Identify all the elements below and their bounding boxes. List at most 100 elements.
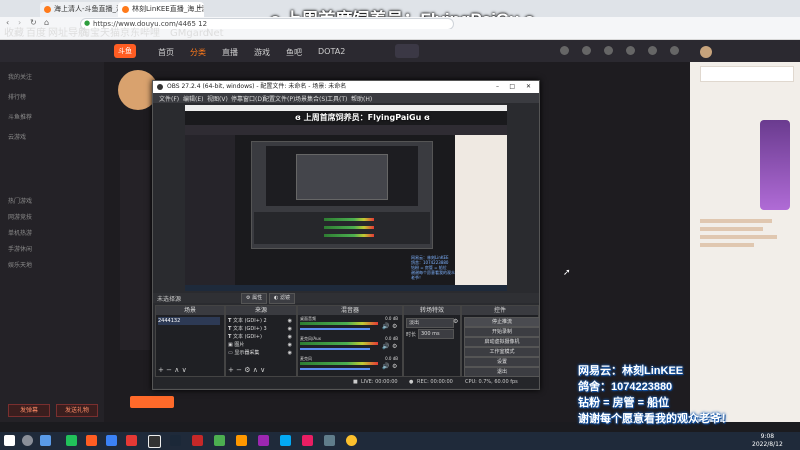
scene-item[interactable]: 2444132 bbox=[158, 317, 220, 325]
app-icon[interactable] bbox=[192, 435, 203, 446]
sidebar-item-mobile[interactable]: 手游休闲 bbox=[8, 244, 32, 253]
eye-icon[interactable]: ◉ bbox=[288, 333, 292, 341]
up-icon[interactable]: ∧ bbox=[174, 366, 179, 374]
transition-gear-icon[interactable]: ⚙ bbox=[453, 318, 458, 325]
stop-streaming-button[interactable]: 停止推流 bbox=[464, 317, 540, 327]
nav-category[interactable]: 分类 bbox=[190, 47, 206, 58]
volume-slider[interactable] bbox=[300, 348, 370, 350]
bookmark-item[interactable]: 收藏 bbox=[4, 29, 24, 39]
system-clock[interactable]: 9:08 2022/8/12 bbox=[752, 433, 783, 449]
nav-home[interactable]: 首页 bbox=[158, 47, 174, 58]
virtual-camera-button[interactable]: 启动虚拟摄像机 bbox=[464, 337, 540, 347]
app-icon[interactable] bbox=[302, 435, 313, 446]
duration-input[interactable]: 300 ms bbox=[418, 329, 454, 339]
close-icon[interactable]: ✕ bbox=[526, 81, 531, 93]
eye-icon[interactable]: ◉ bbox=[288, 349, 292, 357]
forward-icon[interactable]: › bbox=[18, 18, 21, 27]
new-tab-icon[interactable]: + bbox=[196, 3, 204, 13]
eye-icon[interactable]: ◉ bbox=[288, 341, 292, 349]
download-icon[interactable] bbox=[604, 46, 613, 55]
source-item[interactable]: T 文本 (GDI+) ◉ bbox=[228, 333, 292, 341]
start-recording-button[interactable]: 开始录制 bbox=[464, 327, 540, 337]
eye-icon[interactable]: ◉ bbox=[288, 317, 292, 325]
settings-icon[interactable]: ⚙ bbox=[244, 366, 250, 374]
app-icon[interactable] bbox=[280, 435, 291, 446]
bookmark-item[interactable]: 哔哩 bbox=[140, 29, 160, 39]
speaker-icon[interactable]: 🔊 bbox=[382, 343, 389, 350]
bookmark-item[interactable]: 淘宝 bbox=[80, 29, 100, 39]
reload-icon[interactable]: ↻ bbox=[30, 18, 37, 27]
sidebar-item-hot-games[interactable]: 热门游戏 bbox=[8, 196, 32, 205]
menu-file[interactable]: 文件(F) bbox=[159, 94, 179, 103]
browser-tab-active[interactable]: 林刻LinKEE直播_海上清人... bbox=[118, 2, 204, 17]
steam-icon[interactable] bbox=[170, 435, 181, 446]
sidebar-item-single[interactable]: 单机热游 bbox=[8, 228, 32, 237]
source-item[interactable]: T 文本 (GDI+) 3 ◉ bbox=[228, 325, 292, 333]
fans-icon[interactable] bbox=[670, 46, 679, 55]
nav-games[interactable]: 游戏 bbox=[254, 47, 270, 58]
source-item[interactable]: ▭ 显示器采集 ◉ bbox=[228, 349, 292, 357]
douyu-logo[interactable]: 斗鱼 bbox=[114, 44, 136, 58]
bookmark-item[interactable]: Net bbox=[206, 29, 224, 39]
app-icon[interactable] bbox=[258, 435, 269, 446]
send-danmu-button[interactable]: 发弹幕 bbox=[8, 404, 50, 417]
settings-button[interactable]: 设置 bbox=[464, 357, 540, 367]
user-avatar[interactable] bbox=[700, 46, 712, 58]
filters-button[interactable]: ◐ 滤镜 bbox=[269, 293, 295, 304]
menu-docks[interactable]: 停靠窗口(D) bbox=[231, 94, 264, 103]
transition-select[interactable]: 淡出 bbox=[406, 318, 454, 328]
history-icon[interactable] bbox=[560, 46, 569, 55]
menu-scene-collection[interactable]: 场景集合(S) bbox=[295, 94, 328, 103]
minimize-icon[interactable]: – bbox=[496, 81, 499, 93]
bookmark-item[interactable]: 京东 bbox=[120, 29, 140, 39]
maximize-icon[interactable]: □ bbox=[509, 81, 515, 93]
back-icon[interactable]: ‹ bbox=[6, 18, 9, 27]
wechat-icon[interactable] bbox=[66, 435, 77, 446]
remove-icon[interactable]: − bbox=[236, 366, 242, 374]
obs-preview-canvas[interactable]: ɞ 上周首席饲养员：FlyingPaiGu ɞ 网易云：林刻LinKEE 鸽舍：… bbox=[185, 105, 507, 291]
sidebar-item-follow[interactable]: 我的关注 bbox=[8, 72, 32, 81]
gear-icon[interactable]: ⚙ bbox=[392, 343, 397, 350]
speaker-icon[interactable]: 🔊 bbox=[382, 363, 389, 370]
taskview-icon[interactable] bbox=[40, 435, 51, 446]
browser-tab[interactable]: 海上清人-斗鱼直播_海上清人... bbox=[40, 2, 124, 17]
sidebar-item-recommend[interactable]: 斗鱼推荐 bbox=[8, 112, 32, 121]
speaker-icon[interactable]: 🔊 bbox=[382, 323, 389, 330]
exit-button[interactable]: 退出 bbox=[464, 367, 540, 377]
rank-tabs[interactable] bbox=[700, 66, 794, 82]
bookmark-item[interactable]: 百度 bbox=[26, 29, 46, 39]
douyu-app-icon[interactable] bbox=[86, 435, 97, 446]
send-gift-button[interactable]: 发送礼物 bbox=[56, 404, 98, 417]
add-icon[interactable]: + bbox=[228, 366, 234, 374]
source-item[interactable]: ▣ 图片 ◉ bbox=[228, 341, 292, 349]
gear-icon[interactable]: ⚙ bbox=[392, 323, 397, 330]
orange-action-button[interactable] bbox=[130, 396, 174, 408]
chrome-icon[interactable] bbox=[346, 435, 357, 446]
app-icon[interactable] bbox=[324, 435, 335, 446]
app-icon[interactable] bbox=[236, 435, 247, 446]
sidebar-item-rank[interactable]: 排行榜 bbox=[8, 92, 26, 101]
bookmark-item[interactable]: GMgard bbox=[170, 29, 209, 39]
menu-profile[interactable]: 配置文件(P) bbox=[263, 94, 295, 103]
volume-slider[interactable] bbox=[300, 328, 370, 330]
app-icon[interactable] bbox=[126, 435, 137, 446]
up-icon[interactable]: ∧ bbox=[253, 366, 258, 374]
follow-icon[interactable] bbox=[582, 46, 591, 55]
search-icon[interactable] bbox=[22, 435, 33, 446]
app-icon[interactable] bbox=[214, 435, 225, 446]
eye-icon[interactable]: ◉ bbox=[288, 325, 292, 333]
sidebar-item-entertainment[interactable]: 娱乐天地 bbox=[8, 260, 32, 269]
menu-view[interactable]: 视图(V) bbox=[207, 94, 228, 103]
properties-button[interactable]: ⚙ 属性 bbox=[241, 293, 268, 304]
bookmark-item[interactable]: 天猫 bbox=[100, 29, 120, 39]
studio-mode-button[interactable]: 工作室模式 bbox=[464, 347, 540, 357]
nav-yuba[interactable]: 鱼吧 bbox=[286, 47, 302, 58]
volume-slider[interactable] bbox=[300, 368, 370, 370]
sidebar-item-online[interactable]: 网游竞技 bbox=[8, 212, 32, 221]
activity-banner[interactable] bbox=[760, 120, 790, 210]
remove-icon[interactable]: − bbox=[166, 366, 172, 374]
source-item[interactable]: T 文本 (GDI+) 2 ◉ bbox=[228, 317, 292, 325]
down-icon[interactable]: ∨ bbox=[182, 366, 187, 374]
sidebar-item-cloud-game[interactable]: 云游戏 bbox=[8, 132, 26, 141]
promo-badge[interactable] bbox=[395, 44, 419, 58]
